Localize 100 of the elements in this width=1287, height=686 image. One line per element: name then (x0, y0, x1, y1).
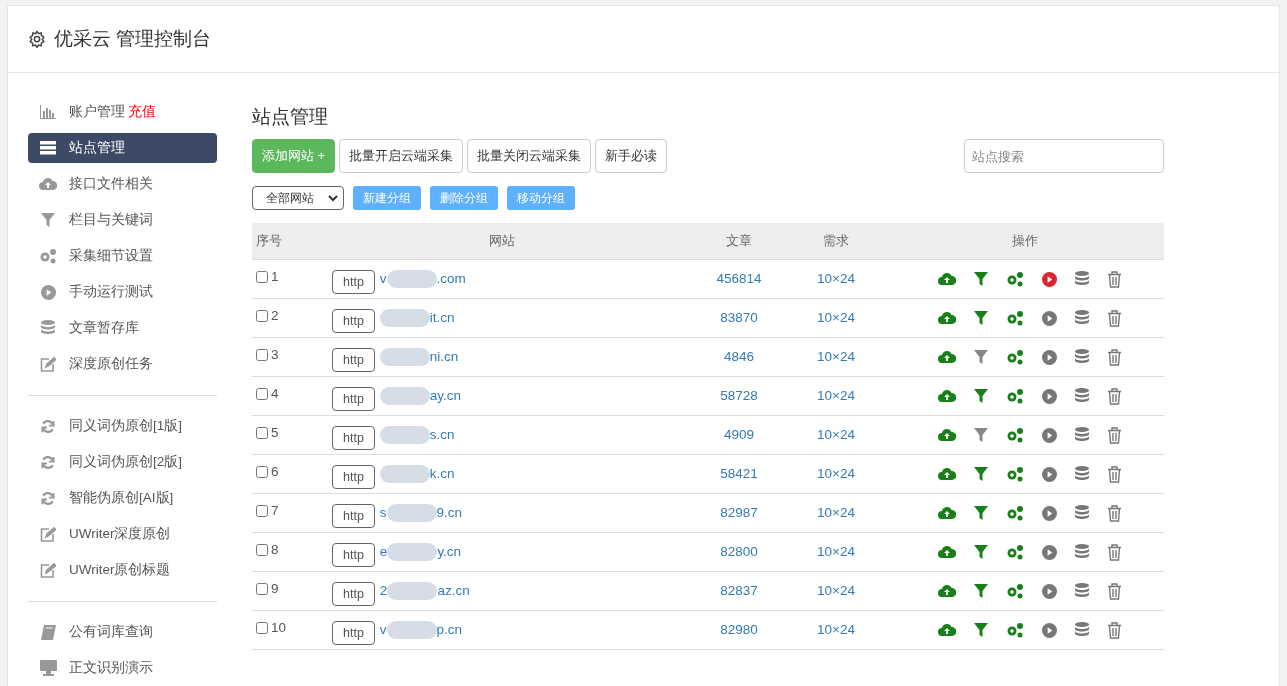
site-name-end[interactable]: .com (436, 268, 466, 290)
trash-icon[interactable] (1107, 504, 1122, 522)
row-checkbox[interactable] (256, 544, 268, 556)
demand-value[interactable]: 10×24 (786, 619, 886, 641)
database-icon[interactable] (1075, 310, 1089, 326)
filter-icon[interactable] (974, 623, 988, 637)
row-checkbox[interactable] (256, 466, 268, 478)
play-icon[interactable] (1042, 349, 1057, 365)
cloud-upload-icon[interactable] (938, 506, 956, 520)
play-icon[interactable] (1042, 505, 1057, 521)
article-count[interactable]: 82800 (692, 541, 786, 563)
article-count[interactable]: 82987 (692, 502, 786, 524)
gears-icon[interactable] (1006, 622, 1024, 638)
trash-icon[interactable] (1107, 387, 1122, 405)
toolbar-button[interactable]: 新手必读 (595, 139, 668, 173)
demand-value[interactable]: 10×24 (786, 385, 886, 407)
article-count[interactable]: 82980 (692, 619, 786, 641)
play-icon[interactable] (1042, 583, 1057, 599)
demand-value[interactable]: 10×24 (786, 307, 886, 329)
gears-icon[interactable] (1006, 466, 1024, 482)
site-name-end[interactable]: it.cn (429, 307, 455, 329)
filter-icon[interactable] (974, 584, 988, 598)
trash-icon[interactable] (1107, 543, 1122, 561)
database-icon[interactable] (1075, 583, 1089, 599)
site-name-end[interactable]: y.cn (437, 541, 462, 563)
demand-value[interactable]: 10×24 (786, 463, 886, 485)
toolbar-button[interactable]: 批量关闭云端采集 (467, 139, 592, 173)
database-icon[interactable] (1075, 544, 1089, 560)
toolbar-button[interactable]: 批量开启云端采集 (339, 139, 464, 173)
trash-icon[interactable] (1107, 309, 1122, 327)
filter-icon[interactable] (974, 506, 988, 520)
trash-icon[interactable] (1107, 465, 1122, 483)
site-name-end[interactable]: s.cn (429, 424, 455, 446)
article-count[interactable]: 82837 (692, 580, 786, 602)
database-icon[interactable] (1075, 427, 1089, 443)
filter-icon[interactable] (974, 389, 988, 403)
cloud-upload-icon[interactable] (938, 350, 956, 364)
add-site-button[interactable]: 添加网站 + (252, 139, 336, 173)
article-count[interactable]: 456814 (692, 268, 786, 290)
row-checkbox[interactable] (256, 622, 268, 634)
gears-icon[interactable] (1006, 310, 1024, 326)
site-name-end[interactable]: k.cn (429, 463, 455, 485)
sidebar-item[interactable]: 站点管理 (28, 133, 217, 163)
play-icon[interactable] (1042, 427, 1057, 443)
article-count[interactable]: 83870 (692, 307, 786, 329)
filter-icon[interactable] (974, 272, 988, 286)
search-field[interactable]: 站点搜索 (964, 139, 1164, 173)
trash-icon[interactable] (1107, 270, 1122, 288)
demand-value[interactable]: 10×24 (786, 424, 886, 446)
cloud-upload-icon[interactable] (938, 623, 956, 637)
gears-icon[interactable] (1006, 388, 1024, 404)
database-icon[interactable] (1075, 349, 1089, 365)
database-icon[interactable] (1075, 622, 1089, 638)
cloud-upload-icon[interactable] (938, 467, 956, 481)
cloud-upload-icon[interactable] (938, 545, 956, 559)
filter-icon[interactable] (974, 350, 988, 364)
play-icon[interactable] (1042, 466, 1057, 482)
database-icon[interactable] (1075, 505, 1089, 521)
row-checkbox[interactable] (256, 388, 268, 400)
demand-value[interactable]: 10×24 (786, 268, 886, 290)
play-icon[interactable] (1042, 271, 1057, 287)
trash-icon[interactable] (1107, 621, 1122, 639)
cloud-upload-icon[interactable] (938, 389, 956, 403)
site-name-end[interactable]: ni.cn (429, 346, 459, 368)
site-name-end[interactable]: ay.cn (429, 385, 462, 407)
trash-icon[interactable] (1107, 582, 1122, 600)
demand-value[interactable]: 10×24 (786, 580, 886, 602)
database-icon[interactable] (1075, 388, 1089, 404)
gears-icon[interactable] (1006, 505, 1024, 521)
filter-icon[interactable] (974, 545, 988, 559)
database-icon[interactable] (1075, 271, 1089, 287)
play-icon[interactable] (1042, 388, 1057, 404)
article-count[interactable]: 4909 (692, 424, 786, 446)
gears-icon[interactable] (1006, 427, 1024, 443)
gears-icon[interactable] (1006, 271, 1024, 287)
filter-icon[interactable] (974, 467, 988, 481)
row-checkbox[interactable] (256, 310, 268, 322)
demand-value[interactable]: 10×24 (786, 502, 886, 524)
row-checkbox[interactable] (256, 583, 268, 595)
site-name-end[interactable]: 9.cn (436, 502, 463, 524)
filter-icon[interactable] (974, 311, 988, 325)
trash-icon[interactable] (1107, 426, 1122, 444)
article-count[interactable]: 58728 (692, 385, 786, 407)
row-checkbox[interactable] (256, 427, 268, 439)
cloud-upload-icon[interactable] (938, 428, 956, 442)
site-name-end[interactable]: p.cn (436, 619, 463, 641)
article-count[interactable]: 4846 (692, 346, 786, 368)
row-checkbox[interactable] (256, 271, 268, 283)
play-icon[interactable] (1042, 622, 1057, 638)
play-icon[interactable] (1042, 544, 1057, 560)
cloud-upload-icon[interactable] (938, 272, 956, 286)
database-icon[interactable] (1075, 466, 1089, 482)
site-name-end[interactable]: az.cn (437, 580, 470, 602)
group-select[interactable]: 全部网站 (252, 186, 344, 210)
trash-icon[interactable] (1107, 348, 1122, 366)
gears-icon[interactable] (1006, 349, 1024, 365)
row-checkbox[interactable] (256, 505, 268, 517)
filter-icon[interactable] (974, 428, 988, 442)
demand-value[interactable]: 10×24 (786, 346, 886, 368)
gears-icon[interactable] (1006, 583, 1024, 599)
